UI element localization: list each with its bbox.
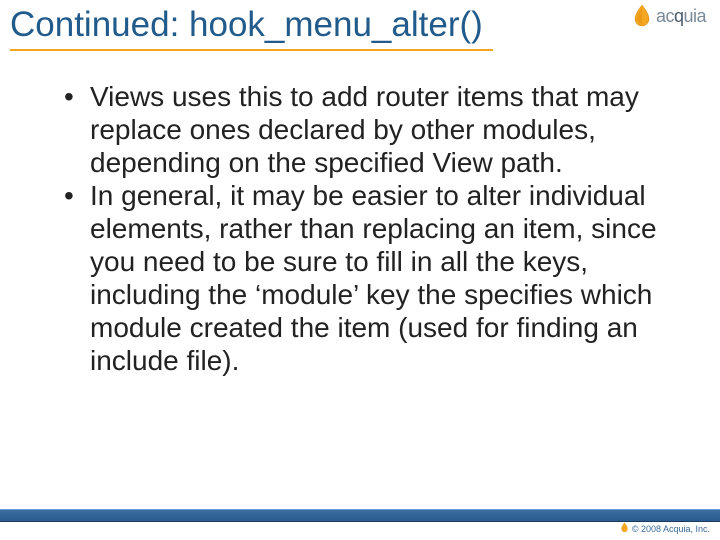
brand-logo: acquia [632,4,706,28]
list-item: Views uses this to add router items that… [50,80,660,179]
slide-title: Continued: hook_menu_alter() [10,6,493,51]
slide-content: Views uses this to add router items that… [50,80,660,377]
footer-bar [0,509,720,522]
droplet-icon [632,4,652,28]
footer-brand: © 2008 Acquia, Inc. [620,520,710,538]
droplet-icon [620,520,629,538]
brand-name: acquia [656,6,706,27]
list-item: In general, it may be easier to alter in… [50,179,660,377]
copyright-text: © 2008 Acquia, Inc. [632,524,710,534]
slide: Continued: hook_menu_alter() acquia View… [0,0,720,540]
bullet-list: Views uses this to add router items that… [50,80,660,377]
